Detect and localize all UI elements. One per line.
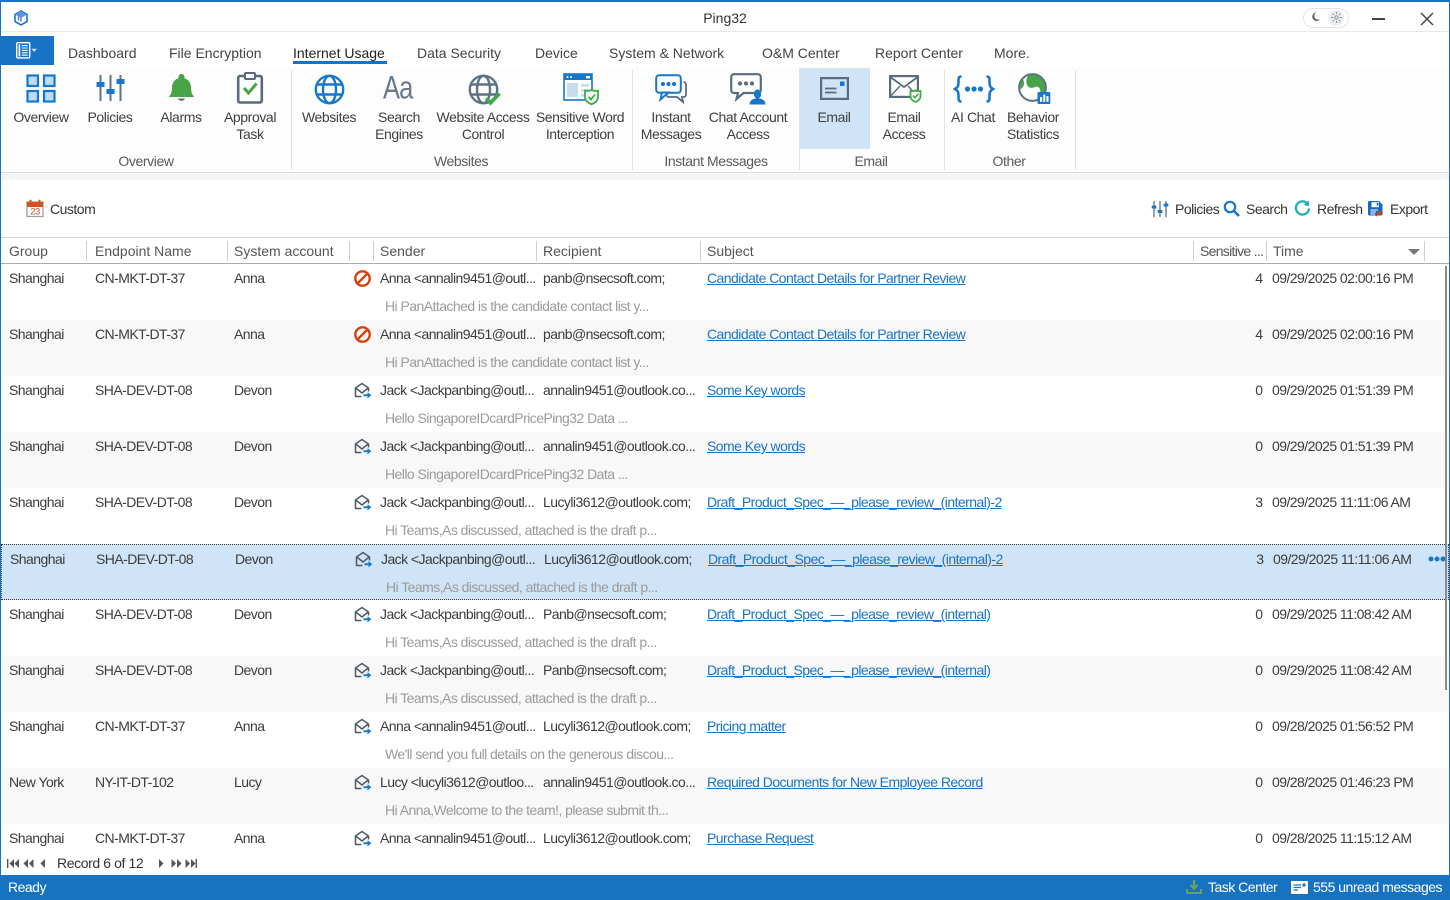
svg-text:23: 23 [30, 207, 40, 218]
